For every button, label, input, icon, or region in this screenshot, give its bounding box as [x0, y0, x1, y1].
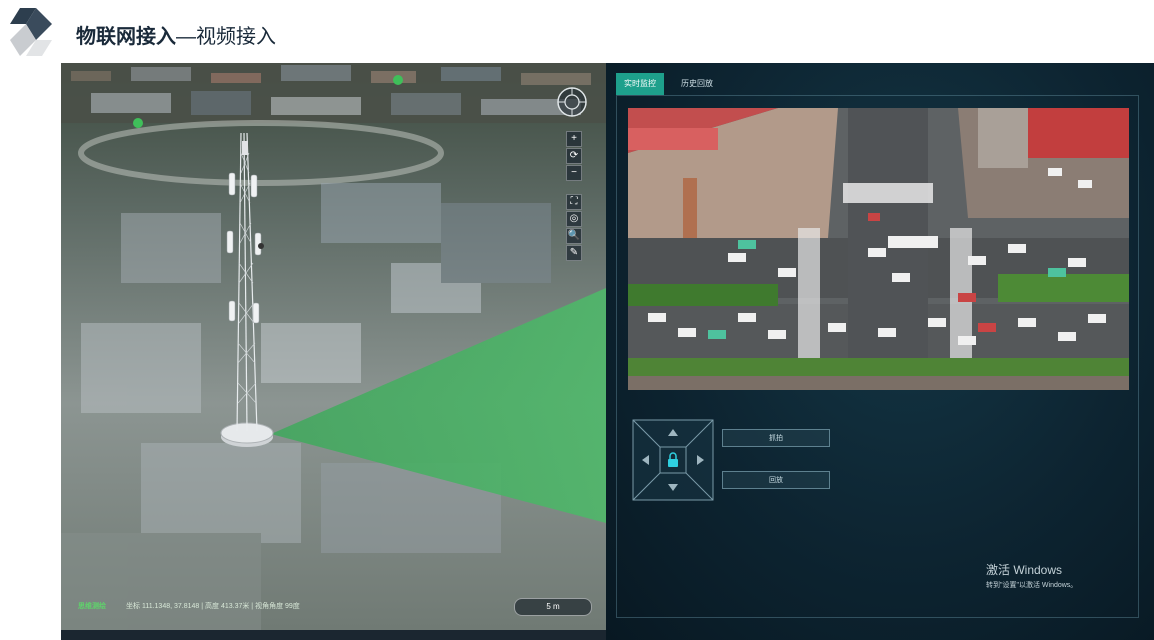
locate-button[interactable]: ◎ — [566, 211, 582, 227]
map-canvas — [61, 63, 606, 630]
map-scale: 5 m — [514, 598, 592, 616]
tab-live-monitor[interactable]: 实时监控 — [616, 73, 664, 95]
map-pin-icon[interactable] — [393, 75, 403, 85]
compass-icon[interactable] — [556, 86, 588, 118]
3d-map-view[interactable] — [61, 63, 606, 630]
page-title: 物联网接入—视频接入 — [76, 20, 276, 49]
zoom-out-button[interactable]: − — [566, 165, 582, 181]
activation-title: 激活 Windows — [986, 563, 1063, 577]
page-title-main: 物联网接入 — [76, 26, 176, 48]
tab-history-playback[interactable]: 历史回放 — [673, 73, 721, 95]
playback-button[interactable]: 回放 — [722, 471, 830, 489]
map-brand: 思维测绘 — [78, 603, 106, 610]
capture-button[interactable]: 抓拍 — [722, 429, 830, 447]
video-image — [628, 108, 1129, 390]
page-title-sub: —视频接入 — [176, 26, 276, 48]
ptz-control[interactable] — [632, 419, 714, 501]
rotate-button[interactable]: ⟳ — [566, 148, 582, 164]
windows-activation-watermark: 激活 Windows 转到"设置"以激活 Windows。 — [986, 561, 1077, 590]
measure-button[interactable]: ✎ — [566, 245, 582, 261]
logo-icon — [10, 8, 52, 56]
app-header: 物联网接入—视频接入 — [0, 0, 1154, 62]
live-video-feed[interactable] — [628, 108, 1129, 390]
map-footer — [61, 630, 606, 640]
activation-hint: 转到"设置"以激活 Windows。 — [986, 582, 1078, 589]
search-button[interactable]: 🔍 — [566, 228, 582, 244]
map-coordinates: 坐标 111.1348, 37.8148 | 高度 413.37米 | 视角角度… — [126, 603, 300, 610]
zoom-in-button[interactable]: + — [566, 131, 582, 147]
map-pin-icon[interactable] — [133, 118, 143, 128]
map-status-bar: 思维测绘 坐标 111.1348, 37.8148 | 高度 413.37米 | … — [78, 601, 300, 611]
fullscreen-button[interactable]: ⛶ — [566, 194, 582, 210]
